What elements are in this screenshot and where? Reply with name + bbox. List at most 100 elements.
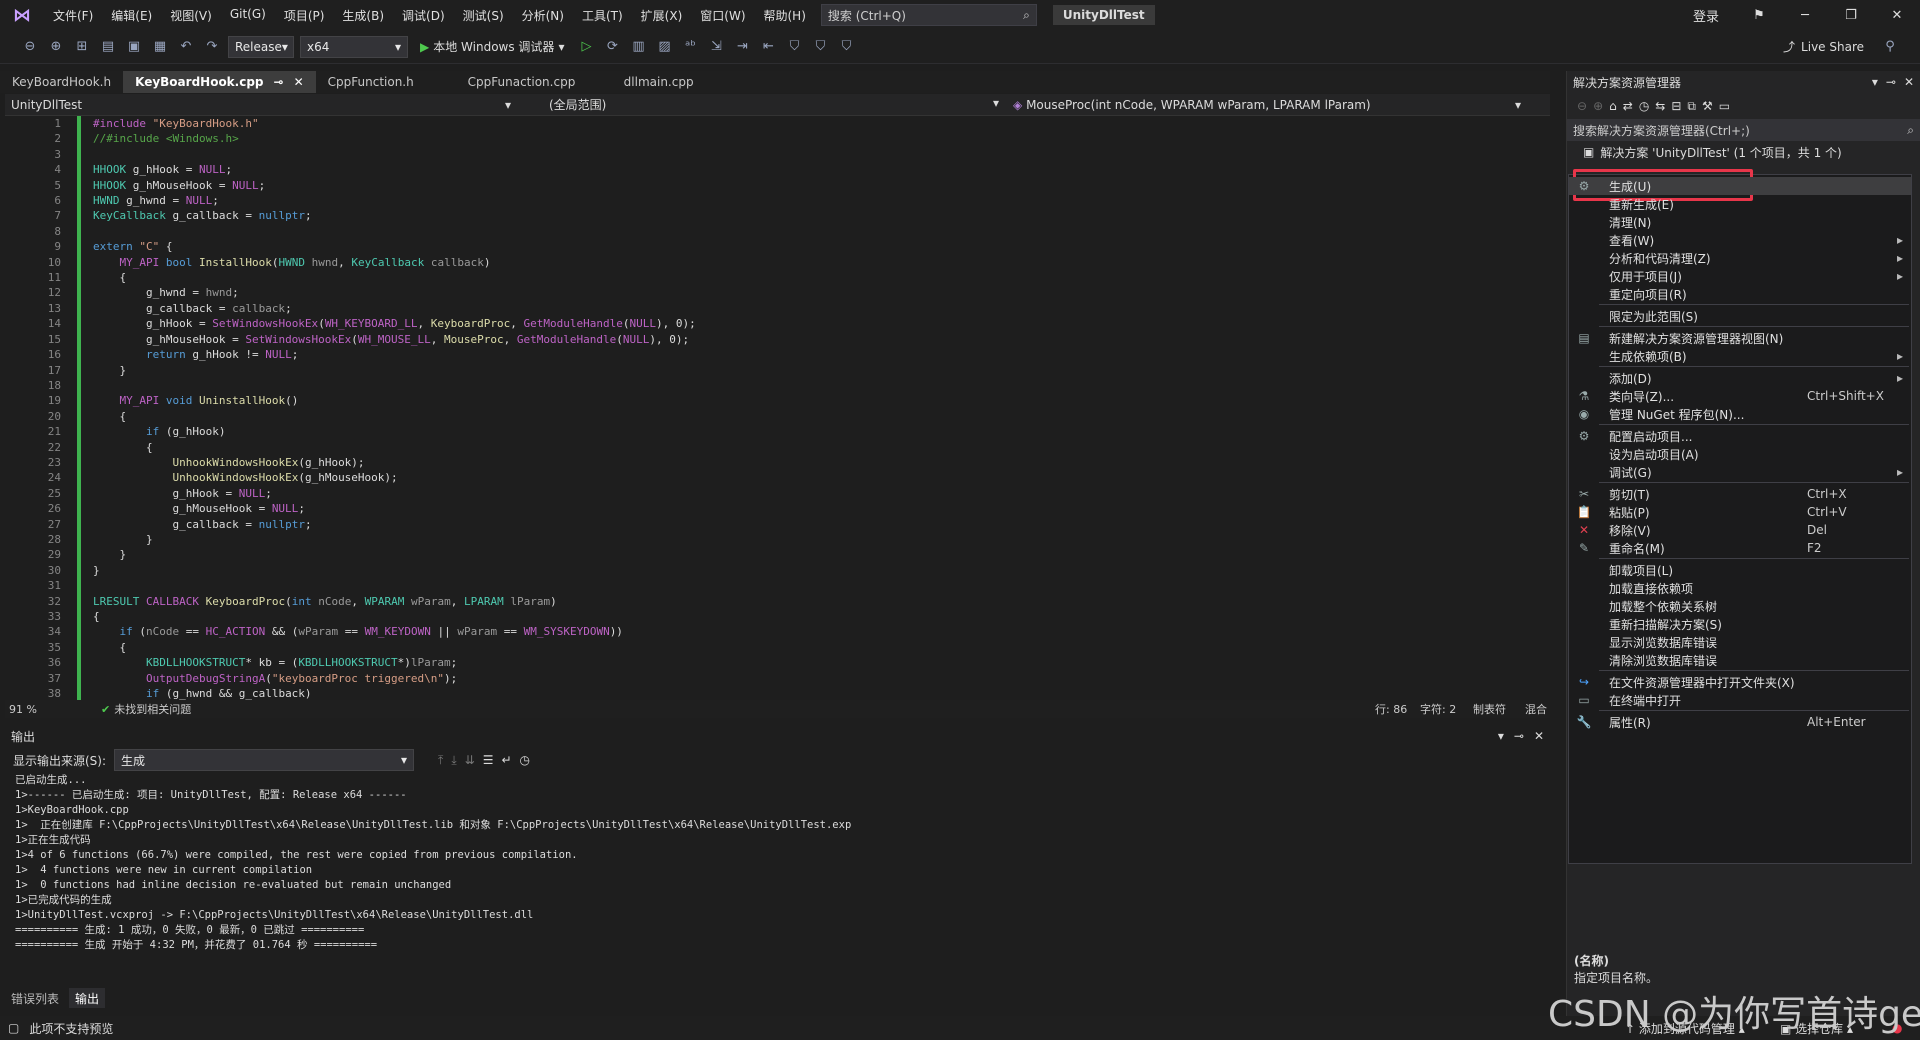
search-box[interactable]: 搜索 (Ctrl+Q) ⌕ <box>820 4 1037 26</box>
minimize-button[interactable]: ─ <box>1782 8 1828 23</box>
scope-dropdown[interactable]: (全局范围) ▾ <box>517 96 1007 113</box>
context-menu-item[interactable]: ✕ 移除(V) Del <box>1569 521 1911 539</box>
project-dropdown[interactable]: UnityDllTest ▾ <box>5 98 517 112</box>
save-all-icon[interactable]: ▦ <box>150 37 170 57</box>
menu-item[interactable]: 扩展(X) <box>632 7 692 24</box>
show-all-icon[interactable]: ⧉ <box>1687 99 1696 114</box>
outdent-icon[interactable]: ⇤ <box>758 37 778 57</box>
context-menu-item[interactable]: 限定为此范围(S) <box>1569 307 1911 325</box>
goto-last-icon[interactable]: ⇊ <box>465 753 475 767</box>
context-menu-item[interactable]: 📋 粘贴(P) Ctrl+V <box>1569 503 1911 521</box>
tab-cppfunaction-cpp[interactable]: CppFunaction.cpp <box>456 71 612 93</box>
tab-keyboardhook-cpp[interactable]: KeyBoardHook.cpp ⊸ ✕ <box>123 71 316 93</box>
context-menu-item[interactable]: 重新生成(E) <box>1569 195 1911 213</box>
menu-item[interactable]: Git(G) <box>221 7 275 24</box>
menu-item[interactable]: 工具(T) <box>573 7 632 24</box>
close-icon[interactable]: ✕ <box>1534 729 1544 743</box>
close-icon[interactable]: ✕ <box>294 75 304 89</box>
properties-icon[interactable]: ⚒ <box>1702 99 1713 113</box>
start-without-debug-icon[interactable]: ▷ <box>576 37 596 57</box>
menu-item[interactable]: 生成(B) <box>333 7 393 24</box>
solution-root-node[interactable]: ▣ 解决方案 'UnityDllTest' (1 个项目，共 1 个) <box>1567 141 1920 163</box>
context-menu-item[interactable]: 仅用于项目(J) ▸ <box>1569 267 1911 285</box>
folder-icon[interactable]: ▥ <box>628 37 648 57</box>
layout-icon[interactable]: ▨ <box>654 37 674 57</box>
close-icon[interactable]: ✕ <box>1904 75 1914 89</box>
context-menu-item[interactable]: 重定向项目(R) <box>1569 285 1911 303</box>
tab-keyboardhook-h[interactable]: KeyBoardHook.h <box>0 71 123 93</box>
menu-item[interactable]: 项目(P) <box>275 7 334 24</box>
context-menu-item[interactable]: 分析和代码清理(Z) ▸ <box>1569 249 1911 267</box>
pin-icon[interactable]: ⊸ <box>1514 729 1524 743</box>
close-window-button[interactable]: ✕ <box>1874 8 1920 23</box>
undo-icon[interactable]: ↶ <box>176 37 196 57</box>
context-menu-item[interactable]: ⚙ 配置启动项目... <box>1569 427 1911 445</box>
context-menu-item[interactable]: ⚗ 类向导(Z)... Ctrl+Shift+X <box>1569 387 1911 405</box>
menu-item[interactable]: 调试(D) <box>393 7 454 24</box>
dropdown-icon[interactable]: ▾ <box>1872 75 1878 89</box>
context-menu-item[interactable]: ↪ 在文件资源管理器中打开文件夹(X) <box>1569 673 1911 691</box>
indent-icon[interactable]: ⇥ <box>732 37 752 57</box>
tab-dllmain-cpp[interactable]: dllmain.cpp <box>612 71 722 93</box>
back-icon[interactable]: ⊖ <box>20 37 40 57</box>
clock-icon[interactable]: ◷ <box>520 753 530 767</box>
step-icon[interactable]: ⇲ <box>706 37 726 57</box>
collapse-all-icon[interactable]: ⊟ <box>1671 99 1681 113</box>
context-menu-item[interactable]: ◉ 管理 NuGet 程序包(N)... <box>1569 405 1911 423</box>
preview-icon[interactable]: ▭ <box>1719 99 1730 113</box>
forward-icon[interactable]: ⊕ <box>46 37 66 57</box>
context-menu-item[interactable]: 重新扫描解决方案(S) <box>1569 615 1911 633</box>
tab-mode-indicator[interactable]: 制表符 <box>1473 701 1506 717</box>
open-icon[interactable]: ▤ <box>98 37 118 57</box>
tab-output[interactable]: 输出 <box>69 988 106 1008</box>
context-menu-item[interactable]: 生成依赖项(B) ▸ <box>1569 347 1911 365</box>
home-icon[interactable]: ⌂ <box>1609 99 1617 113</box>
pin-icon[interactable]: ⊸ <box>1886 75 1896 89</box>
platform-select[interactable]: x64 ▾ <box>300 35 408 58</box>
context-menu-item[interactable]: 🔧 属性(R) Alt+Enter <box>1569 713 1911 731</box>
spell-icon[interactable]: ᵃᵇ <box>680 37 700 57</box>
bookmark-icon[interactable]: ⛉ <box>784 37 804 57</box>
zoom-level[interactable]: 91 % <box>5 703 61 716</box>
sync-icon[interactable]: ⇆ <box>1655 99 1665 113</box>
line-ending-indicator[interactable]: 混合 <box>1525 701 1547 717</box>
bookmark-next-icon[interactable]: ⛉ <box>836 37 856 57</box>
issues-label[interactable]: 未找到相关问题 <box>114 701 191 717</box>
context-menu-item[interactable]: 添加(D) ▸ <box>1569 369 1911 387</box>
history-icon[interactable]: ◷ <box>1639 99 1649 113</box>
word-wrap-icon[interactable]: ↵ <box>501 753 511 767</box>
tab-cppfunction-h[interactable]: CppFunction.h <box>316 71 456 93</box>
bookmark-prev-icon[interactable]: ⛉ <box>810 37 830 57</box>
start-debug-button[interactable]: ▶ 本地 Windows 调试器 ▾ <box>414 38 570 55</box>
switch-view-icon[interactable]: ⇄ <box>1623 99 1633 113</box>
code-editor[interactable]: 1 2 3 4 5 6 7 8 9 10 11 12 13 14 15 16 17 18 19 20 21 22 23 24 2… <box>5 116 1548 700</box>
live-share-button[interactable]: ⤴ Live Share <box>1783 38 1864 55</box>
login-link[interactable]: 登录 <box>1676 6 1736 25</box>
back-icon[interactable]: ⊖ <box>1577 99 1587 113</box>
save-icon[interactable]: ▣ <box>124 37 144 57</box>
tab-error-list[interactable]: 错误列表 <box>5 988 65 1008</box>
context-menu-item[interactable]: 清理(N) <box>1569 213 1911 231</box>
forward-icon[interactable]: ⊕ <box>1593 99 1603 113</box>
menu-item[interactable]: 分析(N) <box>513 7 573 24</box>
context-menu-item[interactable]: ▭ 在终端中打开 <box>1569 691 1911 709</box>
menu-item[interactable]: 测试(S) <box>454 7 513 24</box>
context-menu-item[interactable]: ✎ 重命名(M) F2 <box>1569 539 1911 557</box>
context-menu-item[interactable]: ▤ 新建解决方案资源管理器视图(N) <box>1569 329 1911 347</box>
menu-item[interactable]: 帮助(H) <box>755 7 815 24</box>
menu-item[interactable]: 编辑(E) <box>102 7 161 24</box>
context-menu-item[interactable]: 加载整个依赖关系树 <box>1569 597 1911 615</box>
restore-button[interactable]: ❐ <box>1828 8 1874 23</box>
menu-item[interactable]: 视图(V) <box>161 7 221 24</box>
goto-prev-icon[interactable]: ⤒ <box>438 753 443 768</box>
context-menu-item[interactable]: 加载直接依赖项 <box>1569 579 1911 597</box>
context-menu-item[interactable]: ✂ 剪切(T) Ctrl+X <box>1569 485 1911 503</box>
clear-all-icon[interactable]: ☰ <box>483 753 494 767</box>
feedback-icon[interactable]: ⚑ <box>1736 8 1782 23</box>
redo-icon[interactable]: ↷ <box>202 37 222 57</box>
pin-icon[interactable]: ⊸ <box>274 75 284 89</box>
context-menu-item[interactable]: 清除浏览数据库错误 <box>1569 651 1911 669</box>
context-menu-item[interactable]: 设为启动项目(A) <box>1569 445 1911 463</box>
menu-item[interactable]: 文件(F) <box>44 7 102 24</box>
output-source-select[interactable]: 生成 ▾ <box>114 749 415 771</box>
